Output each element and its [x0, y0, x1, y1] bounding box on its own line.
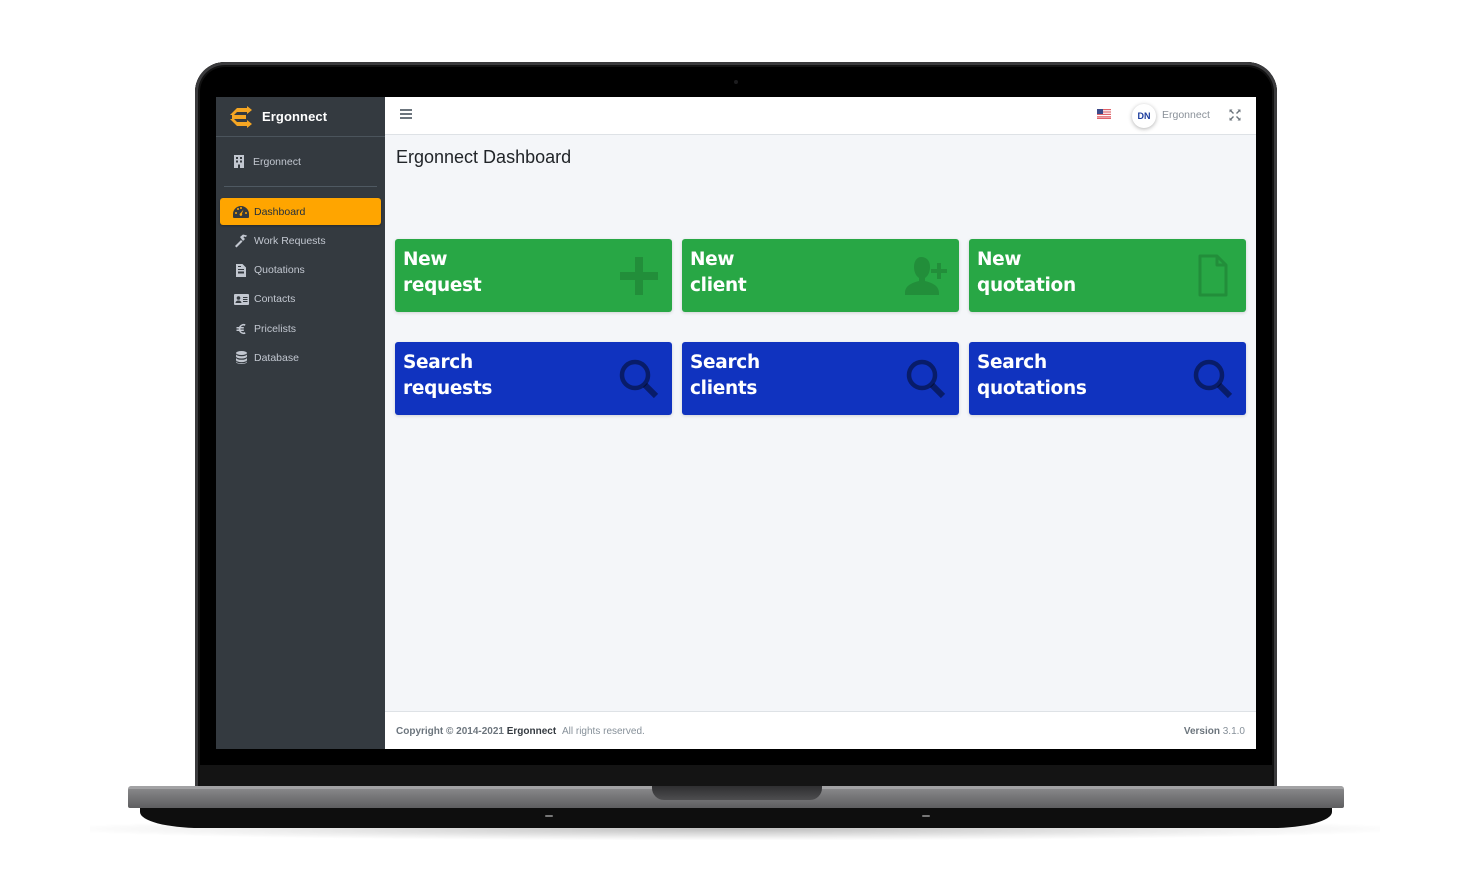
tile-label: New quotation: [977, 247, 1076, 299]
user-plus-icon: [905, 257, 947, 295]
tile-label-line1: Search: [977, 352, 1047, 373]
page-title: Ergonnect Dashboard: [396, 147, 572, 167]
user-panel-label: Ergonnect: [253, 155, 301, 168]
tile-label: Search clients: [690, 350, 760, 402]
sidebar-item-label: Dashboard: [254, 205, 306, 218]
brand-name: Ergonnect: [262, 109, 328, 124]
rights-text: All rights reserved.: [561, 726, 645, 737]
search-icon: [619, 359, 659, 399]
sidebar-item-dashboard[interactable]: Dashboard: [220, 198, 381, 225]
sidebar-item-work-requests[interactable]: Work Requests: [220, 227, 381, 254]
tile-label: Search quotations: [977, 350, 1087, 402]
sidebar-item-database[interactable]: Database: [220, 344, 381, 371]
tile-label-line1: New: [977, 249, 1022, 270]
search-requests-button[interactable]: Search requests: [395, 342, 672, 415]
search-quotations-button[interactable]: Search quotations: [969, 342, 1246, 415]
tile-label-line2: client: [690, 275, 747, 296]
sidebar-nav: Dashboard Work Requests Quotations Conta…: [216, 187, 385, 371]
version-info: Version 3.1.0: [1184, 726, 1245, 737]
expand-icon[interactable]: [1229, 109, 1241, 121]
laptop-bezel: [200, 765, 1272, 787]
file-icon: [1198, 254, 1228, 297]
tile-label-line2: quotations: [977, 378, 1087, 399]
sidebar-item-contacts[interactable]: Contacts: [220, 286, 381, 313]
euro-icon: [233, 322, 249, 336]
footer: Copyright © 2014-2021 Ergonnect All righ…: [385, 711, 1256, 749]
tile-label: Search requests: [403, 350, 492, 402]
tile-label: New client: [690, 247, 747, 299]
sidebar-item-label: Work Requests: [254, 234, 326, 247]
file-invoice-icon: [233, 263, 249, 277]
plus-icon: [620, 257, 658, 295]
search-icon: [1193, 359, 1233, 399]
sidebar-item-quotations[interactable]: Quotations: [220, 257, 381, 284]
tile-label-line1: Search: [403, 352, 473, 373]
tile-label-line2: request: [403, 275, 482, 296]
sidebar-item-label: Pricelists: [254, 322, 297, 335]
user-panel[interactable]: Ergonnect: [224, 137, 377, 187]
tile-label-line2: requests: [403, 378, 493, 399]
tile-label-line2: quotation: [977, 275, 1076, 296]
sidebar: Ergonnect Ergonnect Dashboard Work Reque…: [216, 97, 385, 749]
new-request-button[interactable]: New request: [395, 239, 672, 312]
building-icon: [234, 155, 244, 168]
laptop-foot: [545, 815, 553, 817]
version-label: Version: [1183, 726, 1220, 737]
top-navbar: DN Ergonnect: [385, 97, 1256, 135]
tachometer-icon: [233, 205, 249, 219]
sidebar-item-label: Quotations: [254, 264, 305, 277]
version-value: 3.1.0: [1222, 726, 1245, 737]
search-icon: [906, 359, 946, 399]
ergonnect-logo-icon: [230, 105, 252, 128]
footer-company-link[interactable]: Ergonnect: [507, 726, 556, 737]
laptop-underside: [140, 808, 1332, 828]
new-client-button[interactable]: New client: [682, 239, 959, 312]
sidebar-item-pricelists[interactable]: Pricelists: [220, 315, 381, 342]
tile-label: New request: [403, 247, 482, 299]
new-quotation-button[interactable]: New quotation: [969, 239, 1246, 312]
tile-label-line1: Search: [690, 352, 760, 373]
brand-link[interactable]: Ergonnect: [216, 97, 385, 137]
us-flag-icon[interactable]: [1097, 109, 1111, 119]
tile-label-line1: New: [403, 249, 448, 270]
app-screen: Ergonnect Ergonnect Dashboard Work Reque…: [216, 97, 1256, 749]
sidebar-item-label: Contacts: [254, 293, 296, 306]
laptop-camera: [734, 80, 738, 84]
hammer-icon: [233, 234, 249, 248]
laptop-foot: [922, 815, 930, 817]
tile-label-line1: New: [690, 249, 735, 270]
username-link[interactable]: Ergonnect: [1162, 109, 1210, 121]
tile-label-line2: clients: [690, 378, 758, 399]
hamburger-icon[interactable]: [400, 109, 412, 121]
copyright-label: Copyright © 2014-2021: [396, 726, 504, 737]
laptop-notch: [652, 786, 822, 800]
copyright: Copyright © 2014-2021 Ergonnect All righ…: [396, 726, 645, 737]
sidebar-item-label: Database: [254, 351, 299, 364]
address-card-icon: [233, 292, 249, 306]
avatar[interactable]: DN: [1132, 104, 1156, 128]
search-clients-button[interactable]: Search clients: [682, 342, 959, 415]
database-icon: [233, 351, 249, 365]
